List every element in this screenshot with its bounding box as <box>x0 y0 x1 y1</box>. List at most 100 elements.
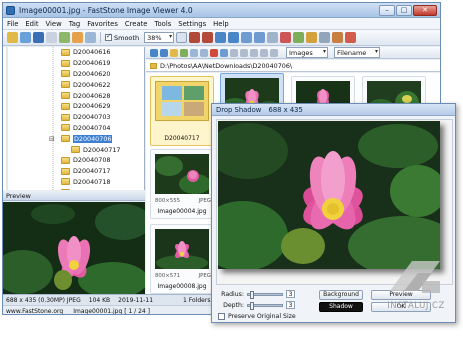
first-image-icon[interactable] <box>241 32 253 43</box>
resize-icon[interactable] <box>267 32 279 43</box>
lotus-preview-picture <box>3 202 145 294</box>
delete-icon[interactable] <box>210 48 218 57</box>
filter-value: Images <box>289 48 313 57</box>
thumbnail-item[interactable]: 800×555 JPEG Image00004.jpg <box>150 149 214 219</box>
tree-item[interactable]: D20040718 <box>3 177 144 188</box>
slider-knob[interactable] <box>250 301 254 310</box>
window-title: Image00001.jpg - FastStone Image Viewer … <box>19 5 193 15</box>
last-image-icon[interactable] <box>254 32 266 43</box>
forward-icon[interactable] <box>160 48 168 57</box>
move-icon[interactable] <box>200 48 208 57</box>
rotate-left-icon[interactable] <box>189 32 201 43</box>
dialog-dimensions: 688 x 435 <box>268 106 303 114</box>
tree-item-label: D20040616 <box>73 48 111 57</box>
fullscreen-icon[interactable] <box>59 32 70 43</box>
menu-tools[interactable]: Tools <box>155 20 172 28</box>
maximize-button[interactable]: □ <box>396 4 412 16</box>
menu-favorites[interactable]: Favorites <box>87 20 118 28</box>
radius-value[interactable]: 3 <box>286 290 295 298</box>
depth-value[interactable]: 3 <box>286 301 295 309</box>
copy-icon[interactable] <box>190 48 198 57</box>
status-date: 2019-11-11 <box>118 296 154 304</box>
tree-item[interactable]: D20040719 <box>3 187 144 190</box>
email-icon[interactable] <box>319 32 331 43</box>
dialog-title: Drop Shadow <box>216 106 262 114</box>
menu-tag[interactable]: Tag <box>69 20 81 28</box>
depth-slider[interactable] <box>247 301 283 310</box>
lotus-large-picture <box>218 121 440 269</box>
menu-help[interactable]: Help <box>213 20 229 28</box>
hand-tool-icon[interactable] <box>176 32 188 43</box>
tree-item[interactable]: D20040619 <box>3 58 144 69</box>
title-bar[interactable]: Image00001.jpg - FastStone Image Viewer … <box>3 3 440 18</box>
thumbnail-meta: 800×555 JPEG <box>155 198 211 204</box>
next-image-icon[interactable] <box>228 32 240 43</box>
tree-item[interactable]: D20040704 <box>3 123 144 134</box>
dialog-title-bar[interactable]: Drop Shadow 688 x 435 <box>212 104 455 116</box>
tree-item[interactable]: D20040717 <box>3 166 144 177</box>
thumbnail-label: Image00004.jpg <box>157 208 207 215</box>
thumbnail-folder[interactable]: D20040717 <box>150 76 214 146</box>
tree-item[interactable]: D20040620 <box>3 69 144 80</box>
website-link[interactable]: www.FastStone.org <box>6 308 63 315</box>
toolbar-separator <box>100 32 101 43</box>
prev-image-icon[interactable] <box>215 32 227 43</box>
close-button[interactable]: ✕ <box>413 4 437 16</box>
select-all-icon[interactable] <box>230 48 238 57</box>
slider-knob[interactable] <box>250 290 254 299</box>
thumbnail-item[interactable]: 800×571 JPEG Image00008.jpg <box>150 224 214 294</box>
smooth-checkbox[interactable] <box>105 32 112 41</box>
background-color-button[interactable]: Background <box>319 290 363 300</box>
tree-item-label: D20040717 <box>83 145 121 154</box>
print-icon[interactable] <box>46 32 57 43</box>
compare-icon[interactable] <box>85 32 96 43</box>
dialog-preview-image <box>218 121 440 269</box>
expand-icon[interactable]: ⊟ <box>49 135 55 143</box>
info-icon[interactable] <box>332 32 344 43</box>
shadow-color-button[interactable]: Shadow <box>319 302 363 312</box>
menu-edit[interactable]: Edit <box>25 20 38 28</box>
tree-item[interactable]: D20040703 <box>3 112 144 123</box>
menu-view[interactable]: View <box>46 20 62 28</box>
thumbnail-meta: 800×571 JPEG <box>155 273 211 279</box>
details-icon[interactable] <box>250 48 258 57</box>
tree-item[interactable]: ⊟ D20040706 <box>3 133 144 144</box>
lotus-picture <box>155 154 209 194</box>
list-icon[interactable] <box>260 48 268 57</box>
folder-tree[interactable]: D20040616 D20040619 D20040620 D20040622 D200… <box>3 47 145 190</box>
save-icon[interactable] <box>33 32 44 43</box>
color-icon[interactable] <box>293 32 305 43</box>
radius-row: Radius: 3 <box>220 290 295 299</box>
slideshow-icon[interactable] <box>72 32 83 43</box>
thumb-size-icon[interactable] <box>240 48 248 57</box>
tree-item[interactable]: D20040622 <box>3 79 144 90</box>
folder-thumbnail-picture <box>155 81 209 121</box>
menu-file[interactable]: File <box>7 20 18 28</box>
sort-select[interactable]: Filename ▾ <box>334 47 380 58</box>
tree-item[interactable]: D20040629 <box>3 101 144 112</box>
tree-item[interactable]: D20040628 <box>3 90 144 101</box>
rotate-right-icon[interactable] <box>202 32 214 43</box>
thumbnail-view-icon[interactable] <box>270 48 278 57</box>
crop-icon[interactable] <box>280 32 292 43</box>
menu-settings[interactable]: Settings <box>178 20 206 28</box>
new-folder-icon[interactable] <box>180 48 188 57</box>
preserve-size-checkbox[interactable] <box>218 313 225 320</box>
effects-icon[interactable] <box>306 32 318 43</box>
open-folder-icon[interactable] <box>7 32 18 43</box>
thumbnail-picture <box>155 229 209 269</box>
browse-icon[interactable] <box>20 32 31 43</box>
up-folder-icon[interactable] <box>170 48 178 57</box>
tree-item[interactable]: D20040717 <box>3 144 144 155</box>
tree-item[interactable]: D20040616 <box>3 47 144 58</box>
menu-create[interactable]: Create <box>125 20 148 28</box>
filter-select[interactable]: Images ▾ <box>286 47 328 58</box>
back-icon[interactable] <box>150 48 158 57</box>
minimize-button[interactable]: – <box>379 4 395 16</box>
zoom-select[interactable]: 38% ▾ <box>144 32 175 43</box>
tree-item[interactable]: D20040708 <box>3 155 144 166</box>
path-bar[interactable]: D:\Photos\AA\NetDownloads\D20040706\ <box>146 60 440 72</box>
refresh-icon[interactable] <box>220 48 228 57</box>
radius-slider[interactable] <box>247 290 283 299</box>
exit-icon[interactable] <box>345 32 357 43</box>
